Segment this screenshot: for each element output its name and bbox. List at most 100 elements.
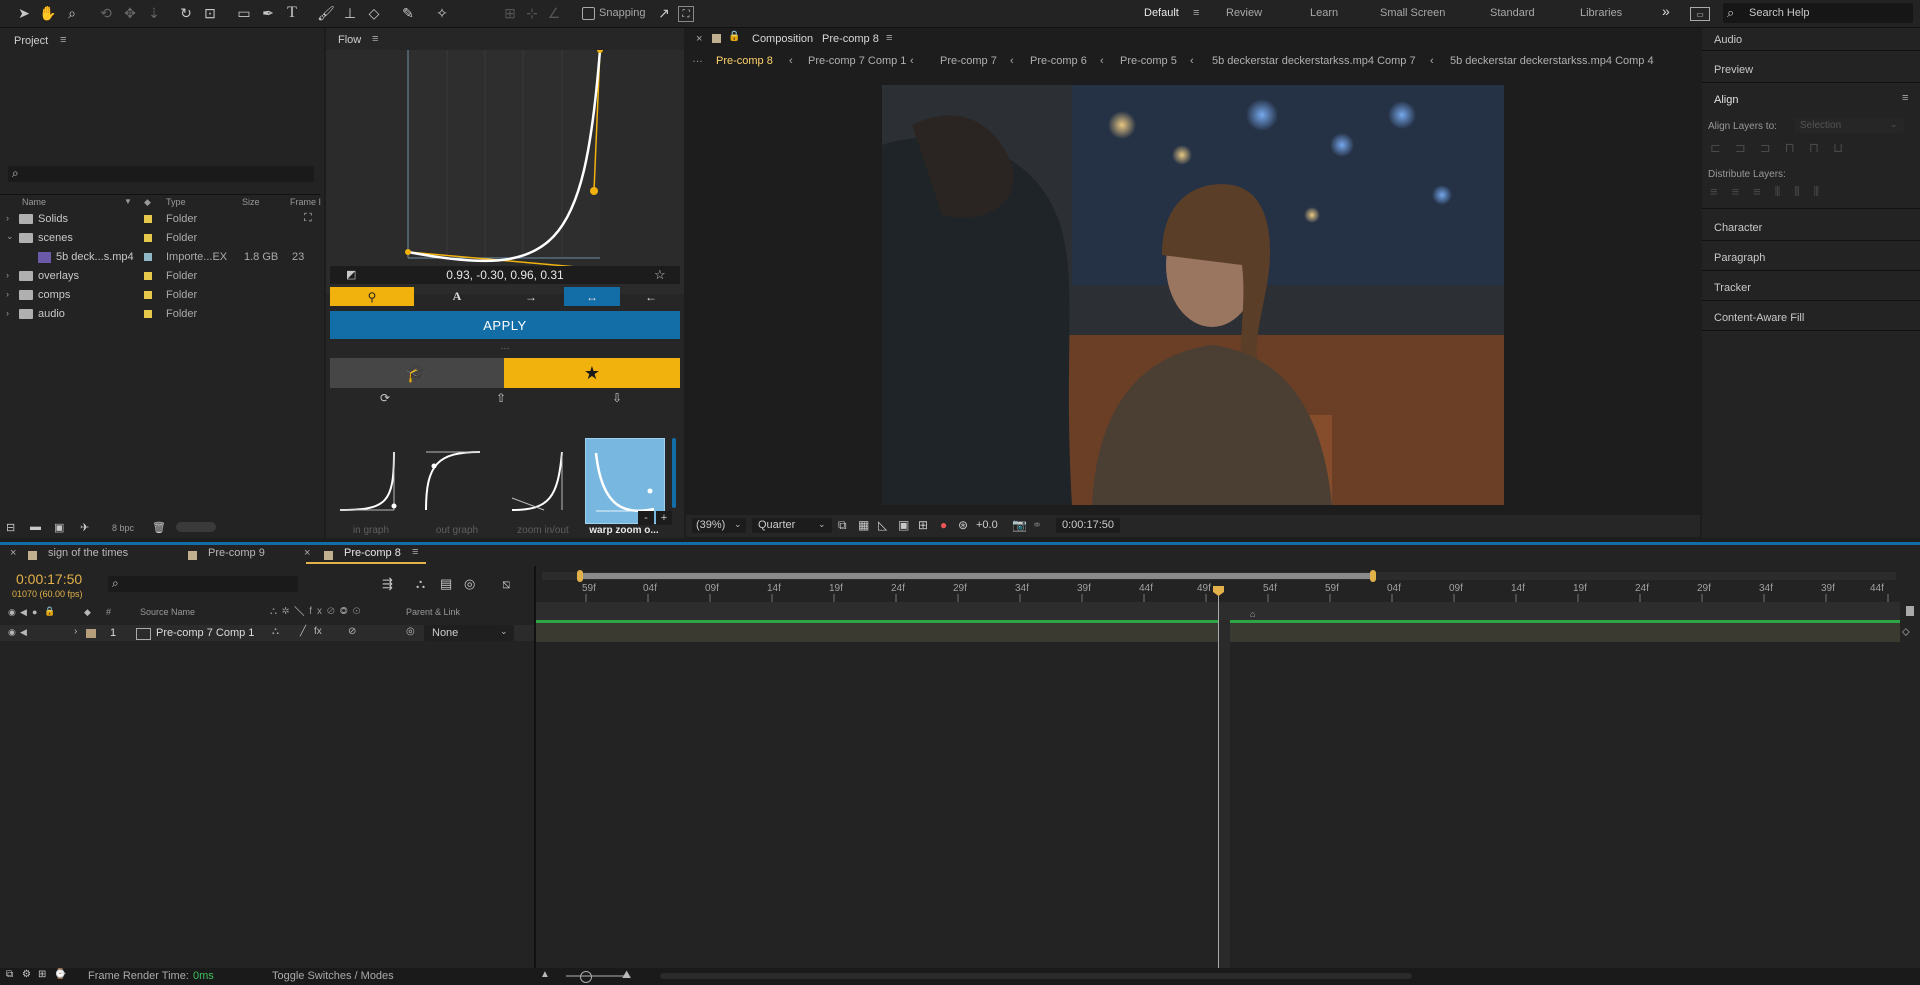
panel-menu-icon[interactable]: ≡	[372, 33, 378, 45]
axis-world-icon[interactable]: ⊹	[522, 3, 542, 23]
new-folder-icon[interactable]: ▬	[30, 521, 41, 533]
breadcrumb-item[interactable]: Pre-comp 7	[940, 55, 997, 67]
breadcrumb-item[interactable]: 5b deckerstar deckerstarkss.mp4 Comp 7	[1212, 55, 1416, 67]
star-outline-icon[interactable]: ☆	[654, 267, 666, 283]
search-help-field[interactable]: ⌕ Search Help	[1723, 3, 1913, 23]
column-source-name[interactable]: Source Name	[140, 607, 195, 617]
breadcrumb-item[interactable]: 5b deckerstar deckerstarkss.mp4 Comp 4	[1450, 55, 1654, 67]
disclosure-arrow-icon[interactable]: ›	[6, 213, 9, 223]
panel-audio[interactable]: Audio	[1714, 34, 1742, 46]
render-time-icon[interactable]: ⌚	[54, 969, 66, 980]
motion-blur-icon[interactable]: ◎	[464, 576, 475, 592]
panel-menu-icon[interactable]: ≡	[886, 32, 892, 44]
rectangle-tool-icon[interactable]: ▭	[234, 3, 254, 23]
search-toggle-icon[interactable]: ▭	[1690, 7, 1710, 21]
apply-button[interactable]: APPLY	[330, 311, 680, 339]
workspace-overflow-icon[interactable]: »	[1662, 3, 1670, 19]
project-item-footage[interactable]: 5b deck...s.mp4 Importe...EX 1.8 GB 23	[0, 248, 320, 267]
zoom-tool-icon[interactable]: ⌕	[62, 3, 82, 23]
column-name[interactable]: Name	[22, 197, 46, 207]
lock-icon[interactable]: 🔒	[728, 31, 740, 42]
align-to-dropdown[interactable]: Selection ⌄	[1794, 118, 1904, 133]
snap-expand-icon[interactable]: ⛶	[678, 6, 694, 22]
channel-icon[interactable]: ●	[940, 518, 947, 532]
label-color-swatch[interactable]	[144, 272, 152, 280]
breadcrumb-item[interactable]: Pre-comp 8	[716, 55, 773, 67]
trash-icon[interactable]: 🗑	[152, 521, 166, 534]
workspace-learn[interactable]: Learn	[1310, 7, 1338, 19]
panel-align-title[interactable]: Align	[1714, 94, 1738, 106]
eye-icon[interactable]: ◉	[8, 627, 16, 638]
mask-path-icon[interactable]: ◺	[878, 518, 887, 532]
layer-switches-icon[interactable]: ⧉	[6, 969, 13, 980]
preset-out-graph[interactable]	[418, 438, 496, 522]
label-color-swatch[interactable]	[144, 215, 152, 223]
show-snapshot-icon[interactable]: ⚭	[1032, 518, 1042, 532]
timeline-search-input[interactable]: ⌕	[108, 576, 298, 592]
column-size[interactable]: Size	[242, 197, 260, 207]
work-area-bar[interactable]	[580, 573, 1374, 579]
workspace-menu-icon[interactable]: ≡	[1193, 7, 1199, 19]
time-zoom-slider[interactable]	[566, 975, 626, 977]
project-item-comps[interactable]: › comps Folder	[0, 286, 320, 305]
pan-behind-tool-icon[interactable]: ⇣	[144, 3, 164, 23]
hand-tool-icon[interactable]: ✋	[38, 3, 58, 23]
toggle-switches-modes[interactable]: Toggle Switches / Modes	[272, 970, 394, 982]
rotation-tool-icon[interactable]: ↻	[176, 3, 196, 23]
workspace-small-screen[interactable]: Small Screen	[1380, 7, 1445, 19]
puppet-tool-icon[interactable]: ✧	[432, 3, 452, 23]
collapse-transform-icon[interactable]: ⛬	[272, 626, 279, 637]
current-time-display[interactable]: 0:00:17:50	[1056, 518, 1120, 533]
curve-values-text[interactable]: 0.93, -0.30, 0.96, 0.31	[330, 268, 680, 282]
zoom-in-time-icon[interactable]: ⛰	[622, 969, 631, 982]
quality-icon[interactable]: ╱	[300, 626, 306, 637]
pick-whip-icon[interactable]: ◎	[406, 626, 415, 637]
disclosure-arrow-icon[interactable]: ›	[6, 270, 9, 280]
ease-both-button[interactable]: ↔	[564, 287, 620, 306]
type-tool-icon[interactable]: T	[282, 3, 302, 23]
marker-icon[interactable]: ⌂	[1250, 609, 1255, 619]
zoom-out-presets-button[interactable]: -	[638, 511, 654, 525]
transfer-controls-icon[interactable]: ⚙	[22, 969, 31, 980]
breadcrumb-item[interactable]: Pre-comp 7 Comp 1	[808, 55, 906, 67]
panel-menu-icon[interactable]: ≡	[1902, 92, 1908, 104]
breadcrumb-overflow[interactable]: …	[692, 53, 703, 65]
zoom-dropdown[interactable]: (39%) ⌄	[692, 518, 746, 533]
pen-tool-icon[interactable]: ✒	[258, 3, 278, 23]
selection-tool-icon[interactable]: ➤	[14, 3, 34, 23]
brush-tool-icon[interactable]: 🖌	[316, 3, 336, 23]
upload-icon[interactable]: ⇧	[496, 391, 506, 405]
region-of-interest-icon[interactable]: ▣	[898, 518, 909, 532]
timeline-scrollbar[interactable]	[660, 973, 1412, 979]
time-zoom-thumb[interactable]	[580, 971, 592, 983]
reset-exposure-icon[interactable]: ⊛	[958, 518, 968, 532]
text-mode-button[interactable]: A	[416, 287, 498, 306]
project-item-scenes[interactable]: ⌄ scenes Folder	[0, 229, 320, 248]
frame-blending-icon[interactable]: ▤	[440, 576, 452, 592]
project-item-overlays[interactable]: › overlays Folder	[0, 267, 320, 286]
panel-content-aware-fill[interactable]: Content-Aware Fill	[1714, 312, 1804, 324]
distribute-buttons-row[interactable]: ≡≡≡⫴⫴⫴	[1710, 184, 1833, 200]
exposure-value[interactable]: +0.0	[976, 519, 998, 531]
label-color-swatch[interactable]	[144, 234, 152, 242]
comp-end-marker[interactable]	[1906, 606, 1914, 616]
label-color-swatch[interactable]	[144, 291, 152, 299]
panel-preview[interactable]: Preview	[1714, 64, 1753, 76]
workspace-default[interactable]: Default	[1144, 7, 1179, 19]
layer-row[interactable]: ◉ ◀ › 1 Pre-comp 7 Comp 1 ⛬ ╱ fx ⊘ ◎ Non…	[0, 625, 534, 641]
disclosure-arrow-icon[interactable]: ⌄	[6, 231, 14, 242]
ease-in-button[interactable]: →	[500, 287, 562, 306]
snapping-checkbox[interactable]	[582, 7, 595, 20]
workspace-libraries[interactable]: Libraries	[1580, 7, 1622, 19]
zoom-out-time-icon[interactable]: ▲	[540, 969, 550, 980]
grid-guides-icon[interactable]: ⊞	[918, 518, 928, 532]
fast-previews-icon[interactable]: ⧉	[838, 518, 847, 533]
timeline-timecode[interactable]: 0:00:17:50	[16, 571, 82, 587]
panel-menu-icon[interactable]: ≡	[412, 546, 418, 558]
project-panel-title[interactable]: Project	[14, 35, 48, 47]
sort-icon[interactable]: ▼	[124, 197, 132, 206]
project-item-solids[interactable]: › Solids Folder ⛶	[0, 210, 320, 229]
label-color-swatch[interactable]	[144, 310, 152, 318]
presets-scrollbar[interactable]	[672, 438, 676, 508]
panel-character[interactable]: Character	[1714, 222, 1762, 234]
